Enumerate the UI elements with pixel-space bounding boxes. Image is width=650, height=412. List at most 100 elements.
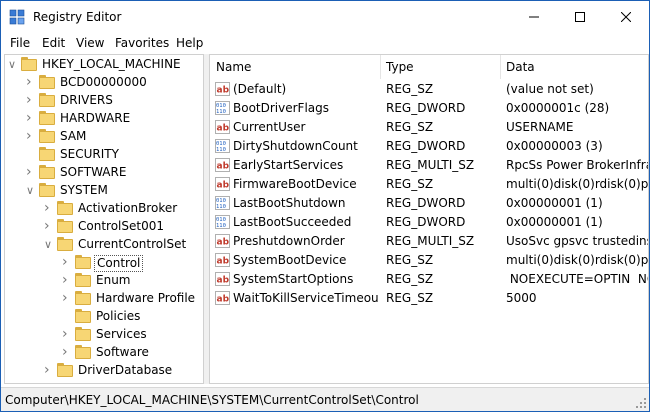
maximize-button[interactable] <box>557 1 603 33</box>
tree-item-label: Services <box>96 327 147 341</box>
title-bar[interactable]: Registry Editor <box>1 1 649 33</box>
tree-item[interactable]: › SOFTWARE <box>5 164 203 182</box>
expand-chevron-down-icon[interactable]: ∨ <box>8 58 18 72</box>
tree-item[interactable]: › DRIVERS <box>5 92 203 110</box>
tree-item[interactable]: › DriverDatabase <box>5 362 203 380</box>
value-type: REG_DWORD <box>386 101 466 115</box>
value-row[interactable]: ab SystemBootDevice REG_SZ multi(0)disk(0)r… <box>210 251 648 270</box>
tree-item-label: SAM <box>60 129 87 143</box>
value-name: LastBootSucceeded <box>233 215 352 229</box>
value-row[interactable]: 010 110 DirtyShutdownCount REG_DWORD 0x00000… <box>210 137 648 156</box>
maximize-icon <box>575 12 585 22</box>
svg-text:ab: ab <box>217 181 230 191</box>
tree-item[interactable]: › BCD00000000 <box>5 74 203 92</box>
menu-favorites[interactable]: Favorites <box>115 36 169 50</box>
minimize-button[interactable] <box>511 1 557 33</box>
folder-icon <box>39 165 55 179</box>
value-name: PreshutdownOrder <box>233 234 345 248</box>
expand-chevron-down-icon[interactable]: ∨ <box>44 238 54 252</box>
tree-item-label: Hardware Profile <box>96 291 196 305</box>
value-row[interactable]: 010 110 BootDriverFlags REG_DWORD 0x0000001c… <box>210 99 648 118</box>
string-value-icon: ab <box>215 272 230 286</box>
tree-item[interactable]: › ControlSet001 <box>5 218 203 236</box>
value-row[interactable]: ab PreshutdownOrder REG_MULTI_SZ UsoSvc gps… <box>210 232 648 251</box>
string-value-icon: ab <box>215 120 230 134</box>
column-header-name[interactable]: Name <box>210 55 380 79</box>
folder-icon <box>39 147 55 161</box>
folder-icon <box>57 219 73 233</box>
tree-item[interactable]: › Enum <box>5 272 203 290</box>
menu-help[interactable]: Help <box>176 36 203 50</box>
tree-item-label: CurrentControlSet <box>78 237 187 251</box>
tree-item[interactable]: › Software <box>5 344 203 362</box>
folder-icon <box>39 111 55 125</box>
tree-item-label: HKEY_LOCAL_MACHINE <box>42 57 181 71</box>
expand-chevron-right-icon[interactable]: › <box>26 111 36 126</box>
tree-item[interactable]: › Services <box>5 326 203 344</box>
svg-text:110: 110 <box>216 109 226 115</box>
expand-chevron-right-icon[interactable]: › <box>26 93 36 108</box>
expand-chevron-right-icon[interactable]: › <box>26 75 36 90</box>
folder-icon <box>39 183 55 197</box>
value-type: REG_MULTI_SZ <box>386 234 475 248</box>
expand-chevron-right-icon[interactable]: › <box>26 129 36 144</box>
expand-chevron-right-icon[interactable]: › <box>26 165 36 180</box>
tree-item[interactable]: Policies <box>5 308 203 326</box>
values-list[interactable]: Name Type Data ab (Default) REG_SZ (value n… <box>209 54 649 384</box>
value-row[interactable]: ab FirmwareBootDevice REG_SZ multi(0)disk(0… <box>210 175 648 194</box>
value-row[interactable]: ab SystemStartOptions REG_SZ NOEXECUTE=OPT… <box>210 270 648 289</box>
expand-chevron-right-icon[interactable]: › <box>44 219 54 234</box>
value-data: RpcSs Power BrokerInfrastr <box>506 158 648 172</box>
value-row[interactable]: ab (Default) REG_SZ (value not set) <box>210 80 648 99</box>
value-row[interactable]: ab EarlyStartServices REG_MULTI_SZ RpcSs Po… <box>210 156 648 175</box>
value-type: REG_SZ <box>386 177 434 191</box>
tree-item[interactable]: SECURITY <box>5 146 203 164</box>
close-button[interactable] <box>603 1 649 33</box>
menu-edit[interactable]: Edit <box>42 36 65 50</box>
folder-icon <box>75 345 91 359</box>
tree-item[interactable]: ∨ SYSTEM <box>5 182 203 200</box>
string-value-icon: ab <box>215 158 230 172</box>
registry-tree[interactable]: ∨ HKEY_LOCAL_MACHINE › BCD00000000 › DRIVERS ›… <box>4 54 204 384</box>
value-name: CurrentUser <box>233 120 306 134</box>
tree-item[interactable]: › Control <box>5 254 203 272</box>
expand-chevron-right-icon[interactable]: › <box>62 255 72 270</box>
resize-grip-icon[interactable] <box>635 397 647 409</box>
folder-icon <box>57 237 73 251</box>
value-row[interactable]: ab CurrentUser REG_SZ USERNAME <box>210 118 648 137</box>
folder-icon <box>57 201 73 215</box>
expand-chevron-right-icon[interactable]: › <box>62 291 72 306</box>
tree-item-label: SYSTEM <box>60 183 108 197</box>
tree-item-label: SOFTWARE <box>60 165 127 179</box>
folder-icon <box>75 255 91 269</box>
tree-item[interactable]: › HARDWARE <box>5 110 203 128</box>
binary-value-icon: 010110 <box>215 196 230 210</box>
expand-chevron-right-icon[interactable]: › <box>62 273 72 288</box>
menu-file[interactable]: File <box>10 36 30 50</box>
menu-view[interactable]: View <box>76 36 104 50</box>
expand-chevron-down-icon[interactable]: ∨ <box>26 184 36 198</box>
tree-item-label: BCD00000000 <box>60 75 147 89</box>
expand-chevron-right-icon[interactable]: › <box>44 363 54 378</box>
expand-chevron-right-icon[interactable]: › <box>62 345 72 360</box>
column-header-data[interactable]: Data <box>500 55 648 79</box>
value-row[interactable]: ab WaitToKillServiceTimeout REG_SZ 5000 <box>210 289 648 308</box>
tree-item[interactable]: › ActivationBroker <box>5 200 203 218</box>
string-value-icon: ab <box>215 177 230 191</box>
tree-item[interactable]: › Hardware Profile <box>5 290 203 308</box>
svg-text:ab: ab <box>217 124 230 134</box>
registry-editor-window: Registry Editor File Edit View Favorites… <box>0 0 650 412</box>
value-row[interactable]: 010 110 LastBootShutdown REG_DWORD 0x0000000… <box>210 194 648 213</box>
folder-icon <box>39 129 55 143</box>
expand-chevron-right-icon[interactable]: › <box>62 327 72 342</box>
column-header-type[interactable]: Type <box>380 55 500 79</box>
window-title: Registry Editor <box>33 10 122 24</box>
expand-chevron-right-icon[interactable]: › <box>44 201 54 216</box>
tree-item[interactable]: › SAM <box>5 128 203 146</box>
value-data: 0x00000003 (3) <box>506 139 603 153</box>
current-key-path: Computer\HKEY_LOCAL_MACHINE\SYSTEM\Curre… <box>5 393 419 407</box>
value-row[interactable]: 010 110 LastBootSucceeded REG_DWORD 0x000000… <box>210 213 648 232</box>
tree-item[interactable]: ∨ HKEY_LOCAL_MACHINE <box>5 56 203 74</box>
tree-item[interactable]: ∨ CurrentControlSet <box>5 236 203 254</box>
svg-text:ab: ab <box>217 162 230 172</box>
